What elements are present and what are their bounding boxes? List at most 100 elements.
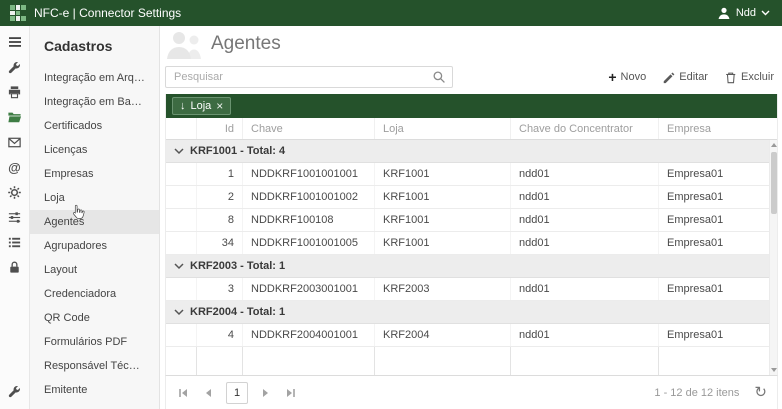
folder-open-icon[interactable] [7,109,23,125]
group-label: KRF2003 - Total: 1 [190,260,285,272]
cell-chave: NDDKRF1001001002 [242,186,374,208]
vertical-scrollbar[interactable] [769,140,777,375]
cell-loja: KRF1001 [374,186,510,208]
first-page-button[interactable] [172,382,194,404]
collapse-chevron-icon [174,262,184,270]
group-label: KRF1001 - Total: 4 [190,145,285,157]
search-box [165,66,453,88]
current-page-button[interactable]: 1 [226,382,248,404]
menu-icon[interactable] [7,34,23,50]
prev-page-button[interactable] [197,382,219,404]
sidebar-item-integracao-em-base-de-dados[interactable]: Integração em Base de Dados [30,90,159,114]
cell-empresa: Empresa01 [658,163,769,185]
table-row[interactable]: 8 NDDKRF100108 KRF1001 ndd01 Empresa01 [166,209,769,232]
new-button[interactable]: + Novo [608,71,646,83]
column-header-id[interactable]: Id [196,118,242,139]
mail-icon[interactable] [7,134,23,150]
group-row-krf2004[interactable]: KRF2004 - Total: 1 [166,301,769,324]
delete-button[interactable]: Excluir [724,71,774,84]
cell-concentrador: ndd01 [510,186,658,208]
topbar: NFC-e | Connector Settings Ndd [0,0,782,26]
group-row-krf2003[interactable]: KRF2003 - Total: 1 [166,255,769,278]
table-row[interactable]: 34 NDDKRF1001001005 KRF1001 ndd01 Empres… [166,232,769,255]
sidebar-item-licencas[interactable]: Licenças [30,138,159,162]
scroll-up-icon[interactable] [771,143,777,147]
cell-concentrador: ndd01 [510,232,658,254]
wrench-icon[interactable] [7,59,23,75]
search-input[interactable] [166,67,432,87]
collapse-chevron-icon [174,308,184,316]
header-expander [166,118,196,139]
ndd-logo [10,5,26,21]
cell-loja: KRF2004 [374,324,510,346]
cell-expander [166,278,196,300]
collapse-chevron-icon [174,147,184,155]
page-title: Agentes [211,33,281,55]
list-icon[interactable] [7,234,23,250]
sidebar-item-emitente[interactable]: Emitente [30,378,159,402]
lock-icon[interactable] [7,259,23,275]
cell-id: 3 [196,278,242,300]
remove-group-icon[interactable]: × [216,100,223,112]
cell-chave: NDDKRF2003001001 [242,278,374,300]
next-page-button[interactable] [255,382,277,404]
group-row-krf1001[interactable]: KRF1001 - Total: 4 [166,140,769,163]
agents-watermark-icon [166,28,204,60]
cell-empresa: Empresa01 [658,186,769,208]
edit-button[interactable]: Editar [662,71,708,84]
cell-chave: NDDKRF1001001005 [242,232,374,254]
column-header-chave[interactable]: Chave [242,118,374,139]
scrollbar-thumb[interactable] [771,152,777,214]
sidebar-item-certificados[interactable]: Certificados [30,114,159,138]
app-title: NFC-e | Connector Settings [34,6,181,20]
printer-icon[interactable] [7,84,23,100]
group-chip-loja[interactable]: ↓ Loja × [172,97,231,115]
cell-id: 8 [196,209,242,231]
column-header-chave-do-concentrator[interactable]: Chave do Concentrator [510,118,658,139]
group-label: KRF2004 - Total: 1 [190,306,285,318]
refresh-icon[interactable]: ↻ [754,385,767,400]
sidebar-item-credenciadora[interactable]: Credenciadora [30,282,159,306]
sidebar-item-formularios-pdf[interactable]: Formulários PDF [30,330,159,354]
column-header-empresa[interactable]: Empresa [658,118,769,139]
gear-icon[interactable] [7,184,23,200]
sidebar-item-qr-code[interactable]: QR Code [30,306,159,330]
user-icon [717,6,731,20]
column-header-loja[interactable]: Loja [374,118,510,139]
cell-concentrador: ndd01 [510,209,658,231]
wrench-icon-bottom[interactable] [7,383,23,399]
cell-chave: NDDKRF1001001001 [242,163,374,185]
sidebar: Cadastros Integração em Arquivo Integraç… [30,26,160,409]
sidebar-item-responsavel-tecnico[interactable]: Responsável Técnico [30,354,159,378]
user-name: Ndd [736,7,756,19]
group-drop-area[interactable]: ↓ Loja × [166,94,777,118]
search-icon[interactable] [432,70,452,84]
sidebar-item-layout[interactable]: Layout [30,258,159,282]
toolbar: + Novo Editar Excluir [165,62,778,92]
toolbar-actions: + Novo Editar Excluir [608,71,778,84]
cell-concentrador: ndd01 [510,278,658,300]
sidebar-item-agentes[interactable]: Agentes [30,210,159,234]
sidebar-item-empresas[interactable]: Empresas [30,162,159,186]
user-menu[interactable]: Ndd [717,6,772,20]
at-sign-icon[interactable]: @ [7,159,23,175]
cell-expander [166,209,196,231]
table-row[interactable]: 2 NDDKRF1001001002 KRF1001 ndd01 Empresa… [166,186,769,209]
table-row[interactable]: 4 NDDKRF2004001001 KRF2004 ndd01 Empresa… [166,324,769,347]
sidebar-item-agrupadores[interactable]: Agrupadores [30,234,159,258]
cell-id: 1 [196,163,242,185]
table-row[interactable]: 3 NDDKRF2003001001 KRF2003 ndd01 Empresa… [166,278,769,301]
app-window: NFC-e | Connector Settings Ndd @ Cadastr… [0,0,782,409]
empty-row [166,347,769,375]
cell-id: 4 [196,324,242,346]
pager-info: 1 - 12 de 12 itens [654,387,739,399]
sidebar-item-loja[interactable]: Loja [30,186,159,210]
cell-empresa: Empresa01 [658,278,769,300]
edit-button-label: Editar [679,71,708,83]
scroll-down-icon[interactable] [771,368,777,372]
plus-icon: + [608,72,616,82]
sidebar-item-integracao-em-arquivo[interactable]: Integração em Arquivo [30,66,159,90]
table-row[interactable]: 1 NDDKRF1001001001 KRF1001 ndd01 Empresa… [166,163,769,186]
last-page-button[interactable] [280,382,302,404]
sliders-icon[interactable] [7,209,23,225]
